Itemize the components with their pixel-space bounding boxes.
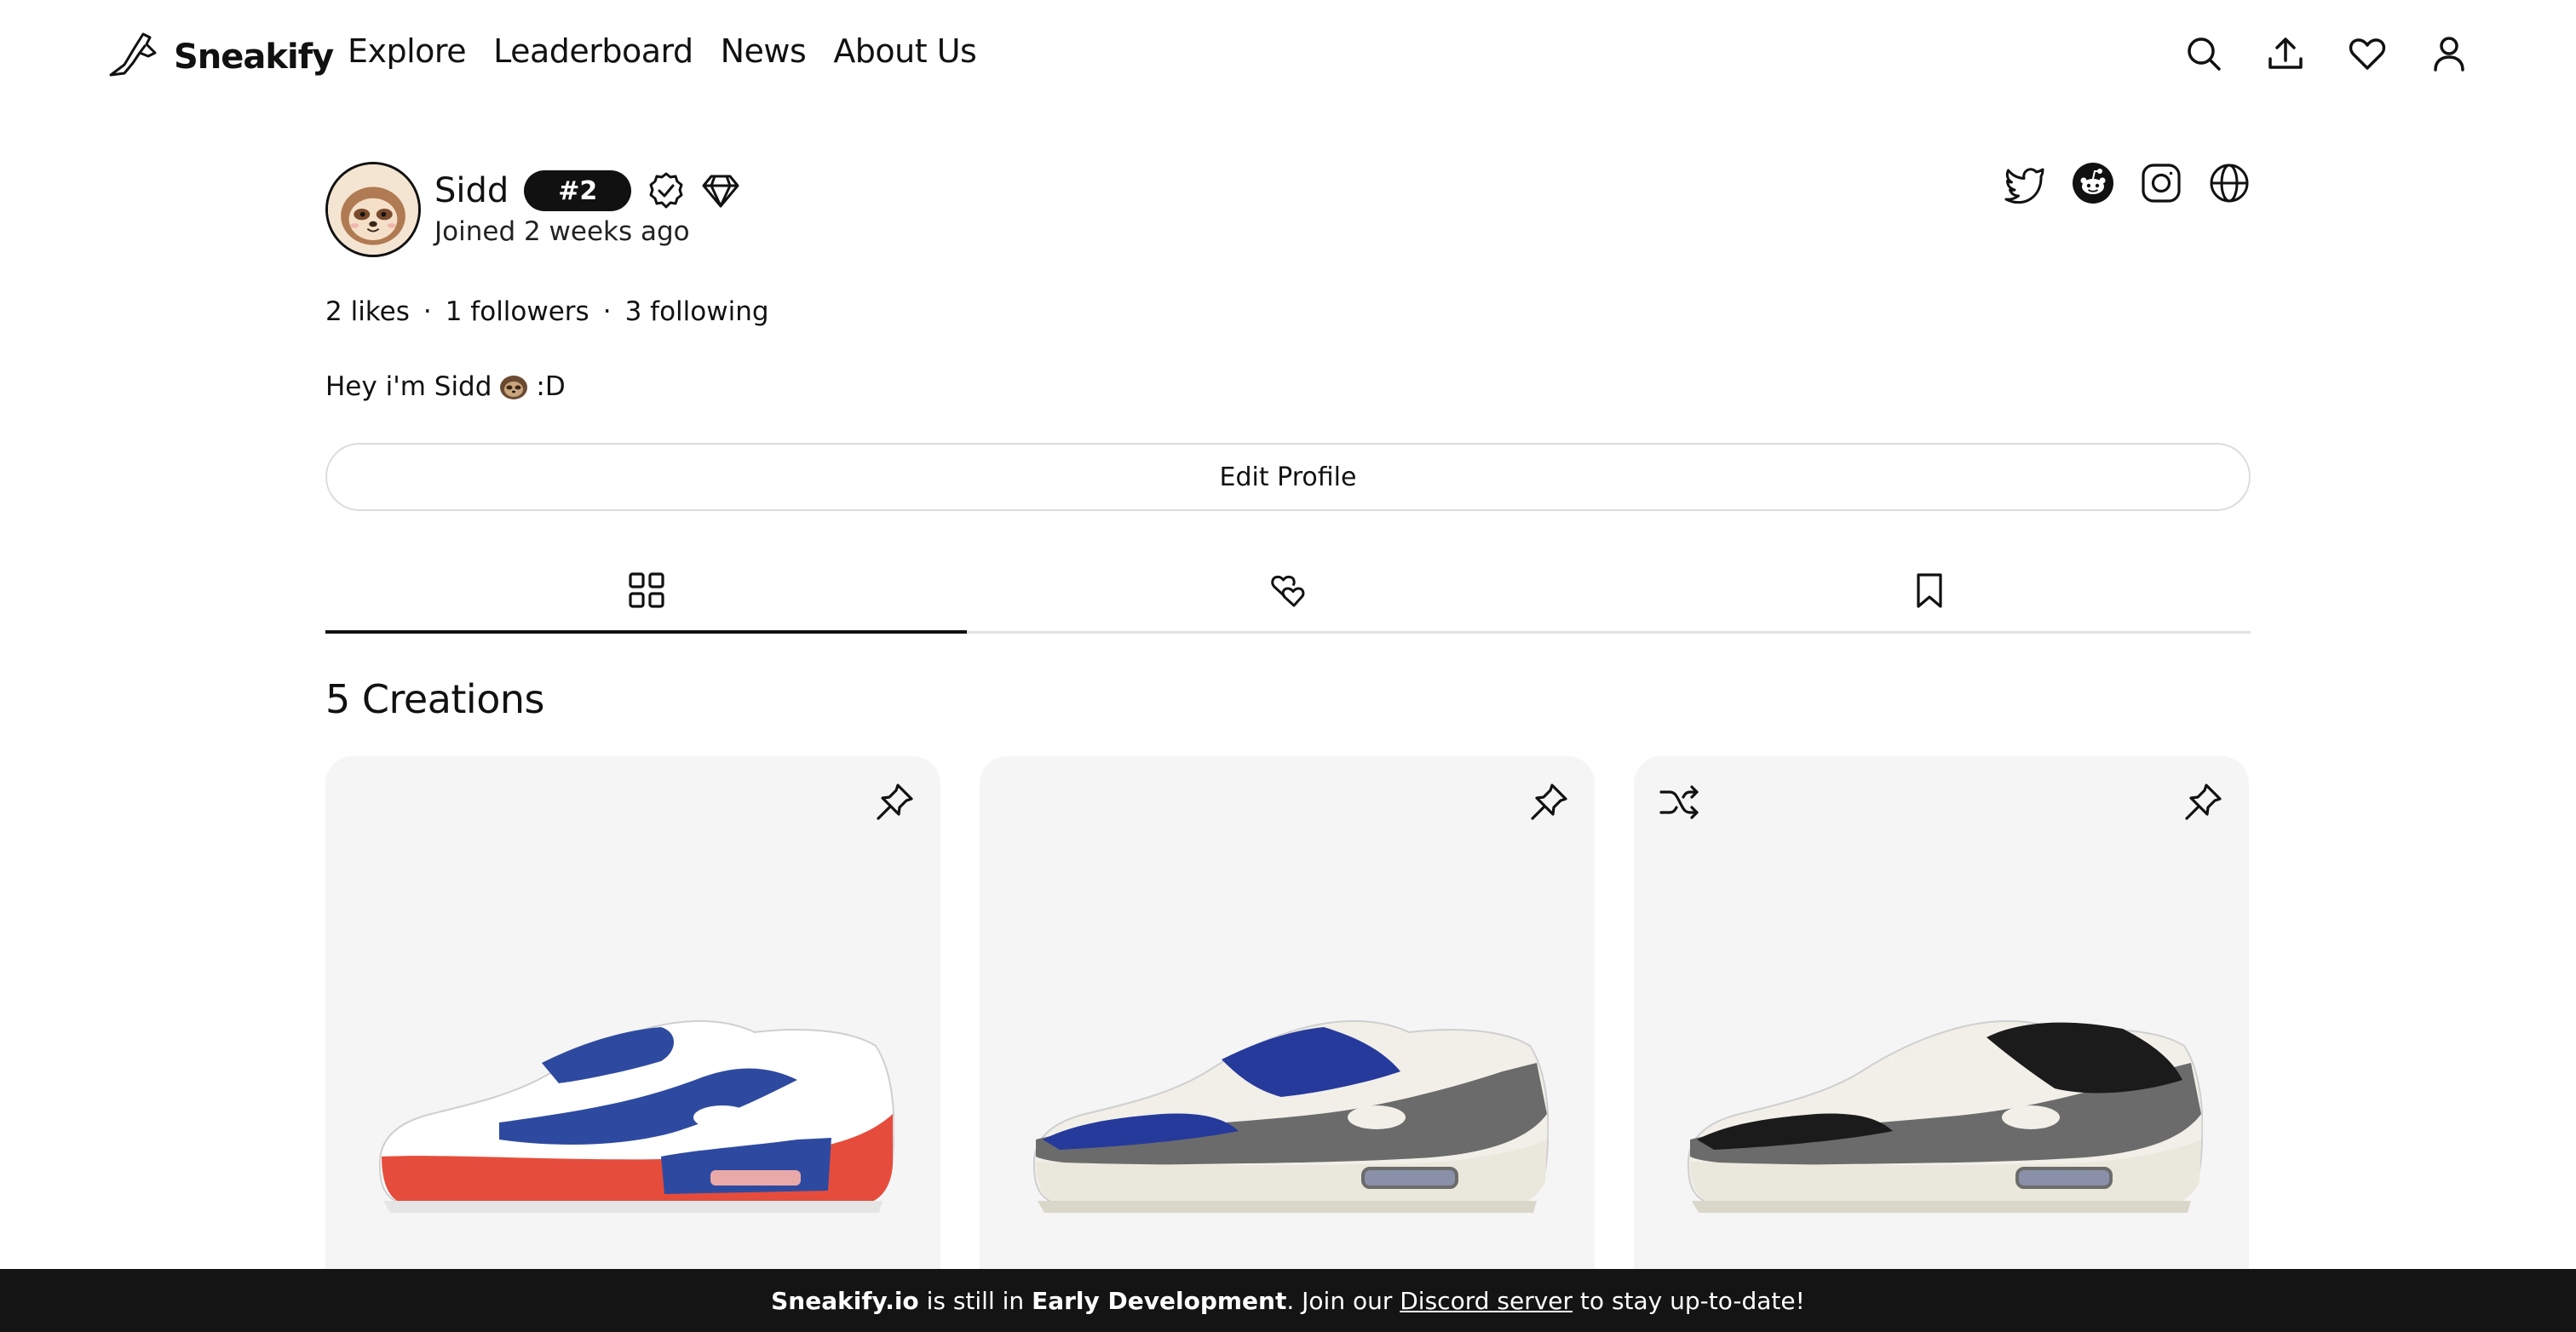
- sloth-emoji-icon: [498, 371, 529, 402]
- creation-card[interactable]: [980, 756, 1595, 1332]
- search-icon[interactable]: [2182, 32, 2225, 75]
- banner-site: Sneakify.io: [771, 1286, 919, 1315]
- nav-icons: [2182, 32, 2470, 75]
- creations-grid: [325, 756, 2249, 1332]
- hearts-icon: [1271, 575, 1305, 606]
- bio-text-suffix: :D: [536, 371, 566, 402]
- nav-links: Explore Leaderboard News About Us: [348, 32, 977, 70]
- brand-name: Sneakify: [174, 37, 334, 77]
- banner-text: to stay up-to-date!: [1573, 1286, 1805, 1315]
- bookmark-icon: [1917, 572, 1942, 608]
- nav-link-about-us[interactable]: About Us: [833, 32, 977, 70]
- profile-tabs: [325, 548, 2251, 634]
- bio-text: Hey i'm Sidd: [325, 371, 492, 402]
- globe-icon[interactable]: [2208, 162, 2251, 204]
- shuffle-icon[interactable]: [1658, 780, 1702, 824]
- bio: Hey i'm Sidd :D: [325, 371, 566, 402]
- stat-separator: ·: [602, 296, 612, 327]
- upload-icon[interactable]: [2264, 32, 2307, 75]
- verified-icon: [647, 171, 686, 210]
- rank-badge: #2: [524, 170, 632, 211]
- tab-liked[interactable]: [967, 548, 1608, 631]
- stat-separator: ·: [423, 296, 432, 327]
- nav-link-leaderboard[interactable]: Leaderboard: [493, 32, 693, 70]
- nav-link-news[interactable]: News: [721, 32, 807, 70]
- avatar: [325, 162, 421, 257]
- sneaker-image: [1680, 1012, 2203, 1242]
- tab-saved[interactable]: [1609, 548, 2251, 631]
- sneaker-image: [371, 1012, 894, 1242]
- pin-icon[interactable]: [1527, 780, 1571, 824]
- username: Sidd: [434, 171, 509, 210]
- likes-count[interactable]: 2 likes: [325, 296, 410, 327]
- shoe-logo-icon: [106, 27, 162, 87]
- sneaker-image: [1026, 1012, 1549, 1242]
- profile-stats: 2 likes · 1 followers · 3 following: [325, 296, 769, 327]
- pin-icon[interactable]: [872, 780, 917, 824]
- nav-link-explore[interactable]: Explore: [348, 32, 467, 70]
- creations-title: 5 Creations: [325, 676, 544, 722]
- announcement-banner: Sneakify.io is still in Early Developmen…: [0, 1269, 2576, 1332]
- twitter-icon[interactable]: [2004, 162, 2046, 204]
- profile-name-row: Sidd #2: [434, 167, 740, 215]
- grid-icon: [629, 571, 664, 608]
- banner-text: is still in: [918, 1286, 1032, 1315]
- heart-icon[interactable]: [2346, 32, 2389, 75]
- instagram-icon[interactable]: [2140, 162, 2182, 204]
- followers-count[interactable]: 1 followers: [446, 296, 589, 327]
- tab-creations[interactable]: [325, 548, 968, 634]
- banner-text: . Join our: [1286, 1286, 1400, 1315]
- pin-icon[interactable]: [2181, 780, 2225, 824]
- user-icon[interactable]: [2428, 32, 2470, 75]
- following-count[interactable]: 3 following: [625, 296, 769, 327]
- banner-stage: Early Development: [1032, 1286, 1287, 1315]
- logo[interactable]: Sneakify: [106, 27, 334, 87]
- creation-card[interactable]: [1634, 756, 2249, 1332]
- edit-profile-button[interactable]: Edit Profile: [325, 443, 2251, 511]
- diamond-icon: [701, 171, 740, 210]
- reddit-icon[interactable]: [2072, 162, 2114, 204]
- creation-card[interactable]: [325, 756, 940, 1332]
- joined-date: Joined 2 weeks ago: [434, 216, 690, 247]
- social-links: [2004, 162, 2251, 204]
- discord-link[interactable]: Discord server: [1400, 1287, 1573, 1315]
- top-navbar: Sneakify Explore Leaderboard News About …: [0, 0, 2576, 111]
